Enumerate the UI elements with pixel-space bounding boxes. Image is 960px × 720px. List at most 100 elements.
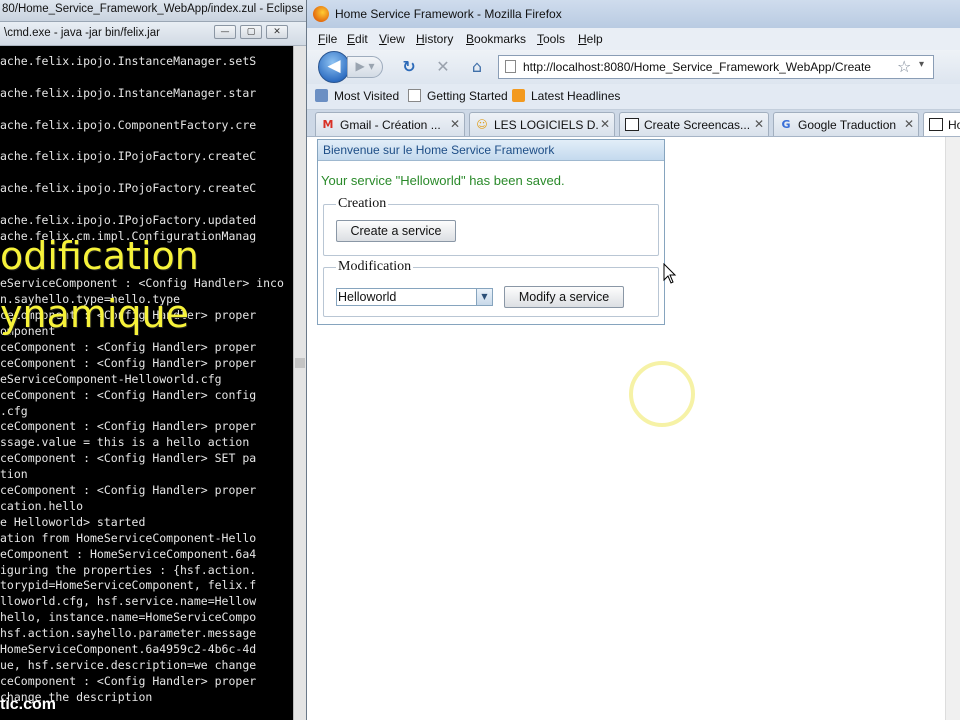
tab-home-service-framework[interactable]: Ho bbox=[923, 112, 960, 136]
google-translate-icon: G bbox=[781, 118, 791, 131]
console-line: ache.felix.ipojo.IPojoFactory.createC bbox=[0, 149, 257, 164]
page-content: Bienvenue sur le Home Service Framework … bbox=[307, 137, 960, 720]
url-dropdown-icon[interactable]: ▾ bbox=[919, 59, 924, 70]
service-combobox[interactable]: Helloworld ▼ bbox=[336, 288, 493, 306]
console-line: ceComponent : <Config Handler> proper bbox=[0, 419, 257, 434]
modification-groupbox: Modification Helloworld ▼ Modify a servi… bbox=[323, 259, 659, 317]
close-icon[interactable]: ✕ bbox=[266, 25, 288, 39]
forward-button[interactable]: ▶ ▾ bbox=[347, 56, 383, 78]
console-line: ceComponent : <Config Handler> proper bbox=[0, 483, 257, 498]
page-icon bbox=[625, 118, 639, 131]
url-bar[interactable]: http://localhost:8080/Home_Service_Frame… bbox=[498, 55, 934, 79]
smiley-icon: ☺ bbox=[476, 118, 488, 131]
menu-bookmarks[interactable]: Bookmarks bbox=[466, 32, 526, 46]
modify-service-button[interactable]: Modify a service bbox=[504, 286, 624, 308]
bookmark-getting-started[interactable]: Getting Started bbox=[408, 89, 508, 103]
cursor-highlight-ring bbox=[629, 361, 695, 427]
firefox-window-title: Home Service Framework - Mozilla Firefox bbox=[335, 7, 562, 21]
console-lines: ache.felix.ipojo.InstanceManager.setS ach… bbox=[0, 54, 284, 706]
tab-close-icon[interactable]: ✕ bbox=[450, 117, 460, 131]
console-line: cation.hello bbox=[0, 498, 84, 513]
cmd-window-titlebar[interactable]: \cmd.exe - java -jar bin/felix.jar — ▢ ✕ bbox=[0, 22, 306, 46]
console-output[interactable]: ache.felix.ipojo.InstanceManager.setS ach… bbox=[0, 46, 293, 720]
menu-file[interactable]: File bbox=[318, 32, 337, 46]
combobox-selected-value: Helloworld bbox=[338, 290, 397, 304]
console-line: ceComponent : <Config Handler> proper bbox=[0, 340, 257, 355]
menu-view[interactable]: View bbox=[379, 32, 405, 46]
tab-close-icon[interactable]: ✕ bbox=[904, 117, 914, 131]
bookmark-folder-icon bbox=[315, 89, 328, 102]
console-line: lloworld.cfg, hsf.service.name=Hellow bbox=[0, 594, 257, 609]
console-line: torypid=HomeServiceComponent, felix.f bbox=[0, 578, 257, 593]
tab-bar: M Gmail - Création ... ✕ ☺ LES LOGICIELS… bbox=[307, 110, 960, 137]
firefox-titlebar[interactable]: Home Service Framework - Mozilla Firefox bbox=[307, 0, 960, 28]
chevron-down-icon[interactable]: ▼ bbox=[476, 289, 492, 305]
tab-gmail[interactable]: M Gmail - Création ... ✕ bbox=[315, 112, 465, 136]
page-scrollbar[interactable] bbox=[945, 137, 960, 720]
back-button[interactable]: ◀ bbox=[318, 51, 350, 83]
tab-create-screencast[interactable]: Create Screencas... ✕ bbox=[619, 112, 769, 136]
page-icon bbox=[929, 118, 943, 131]
console-line: hsf.action.sayhello.parameter.message bbox=[0, 626, 257, 641]
console-line: eComponent : HomeServiceComponent.6a4 bbox=[0, 546, 257, 561]
console-line: eServiceComponent-Helloworld.cfg bbox=[0, 371, 222, 386]
arrow-right-icon: ▶ ▾ bbox=[355, 59, 375, 73]
cmd-window-title: \cmd.exe - java -jar bin/felix.jar bbox=[4, 27, 160, 39]
url-text: http://localhost:8080/Home_Service_Frame… bbox=[523, 60, 871, 74]
console-line: ue, hsf.service.description=we change bbox=[0, 657, 257, 672]
menu-tools[interactable]: Tools bbox=[537, 32, 565, 46]
create-service-button[interactable]: Create a service bbox=[336, 220, 456, 242]
console-line: ache.felix.ipojo.ComponentFactory.cre bbox=[0, 117, 257, 132]
menu-edit[interactable]: Edit bbox=[347, 32, 368, 46]
console-line: ache.felix.ipojo.InstanceManager.setS bbox=[0, 54, 257, 68]
console-line: ation from HomeServiceComponent-Hello bbox=[0, 530, 257, 545]
console-line: ceComponent : <Config Handler> proper bbox=[0, 355, 257, 370]
console-line: ceComponent : <Config Handler> config bbox=[0, 387, 257, 402]
page-icon bbox=[408, 89, 421, 102]
panel-header: Bienvenue sur le Home Service Framework bbox=[318, 140, 664, 161]
console-line: ache.felix.ipojo.IPojoFactory.createC bbox=[0, 181, 257, 196]
creation-groupbox: Creation Create a service bbox=[323, 196, 659, 256]
console-line: .cfg bbox=[0, 403, 28, 418]
console-line: e Helloworld> started bbox=[0, 514, 146, 529]
tab-close-icon[interactable]: ✕ bbox=[600, 117, 610, 131]
maximize-icon[interactable]: ▢ bbox=[240, 25, 262, 39]
watermark: tic.com bbox=[0, 696, 57, 713]
console-line: eServiceComponent : <Config Handler> inc… bbox=[0, 276, 284, 291]
console-line: ache.felix.ipojo.InstanceManager.star bbox=[0, 85, 257, 100]
navigation-toolbar: ◀ ▶ ▾ ↻ ✕ ⌂ http://localhost:8080/Home_S… bbox=[307, 50, 960, 84]
stop-icon[interactable]: ✕ bbox=[433, 57, 453, 77]
panel-title: Bienvenue sur le Home Service Framework bbox=[323, 143, 555, 157]
reload-icon[interactable]: ↻ bbox=[399, 57, 419, 77]
tab-google-traduction[interactable]: G Google Traduction ✕ bbox=[773, 112, 919, 136]
console-line: ceComponent : <Config Handler> proper bbox=[0, 673, 257, 688]
console-line: HomeServiceComponent.6a4959c2-4b6c-4d bbox=[0, 641, 257, 656]
tab-close-icon[interactable]: ✕ bbox=[754, 117, 764, 131]
eclipse-titlebar[interactable]: 80/Home_Service_Framework_WebApp/index.z… bbox=[0, 0, 306, 22]
tab-logiciels[interactable]: ☺ LES LOGICIELS D... ✕ bbox=[469, 112, 615, 136]
mouse-pointer-icon bbox=[663, 263, 677, 284]
console-line: hello, instance.name=HomeServiceCompo bbox=[0, 610, 257, 625]
bookmark-most-visited[interactable]: Most Visited bbox=[315, 89, 399, 103]
console-line: ssage.value = this is a hello action bbox=[0, 435, 250, 450]
overlay-caption-line-1: odification bbox=[0, 234, 199, 278]
bookmark-star-icon[interactable]: ☆ bbox=[897, 57, 911, 76]
bookmark-latest-headlines[interactable]: Latest Headlines bbox=[512, 89, 620, 103]
console-scrollbar[interactable] bbox=[293, 46, 306, 720]
save-confirmation-message: Your service "Helloworld" has been saved… bbox=[321, 173, 565, 188]
console-scrollbar-thumb[interactable] bbox=[295, 358, 305, 368]
minimize-icon[interactable]: — bbox=[214, 25, 236, 39]
console-line: iguring the properties : {hsf.action. bbox=[0, 562, 257, 577]
page-icon bbox=[505, 60, 516, 73]
menu-history[interactable]: History bbox=[416, 32, 453, 46]
modification-legend: Modification bbox=[336, 259, 414, 275]
overlay-caption-line-2: ynamique bbox=[0, 292, 190, 336]
hsf-window-panel: Bienvenue sur le Home Service Framework … bbox=[317, 139, 665, 325]
menu-help[interactable]: Help bbox=[578, 32, 603, 46]
arrow-left-icon: ◀ bbox=[327, 56, 341, 76]
home-icon[interactable]: ⌂ bbox=[467, 57, 487, 77]
